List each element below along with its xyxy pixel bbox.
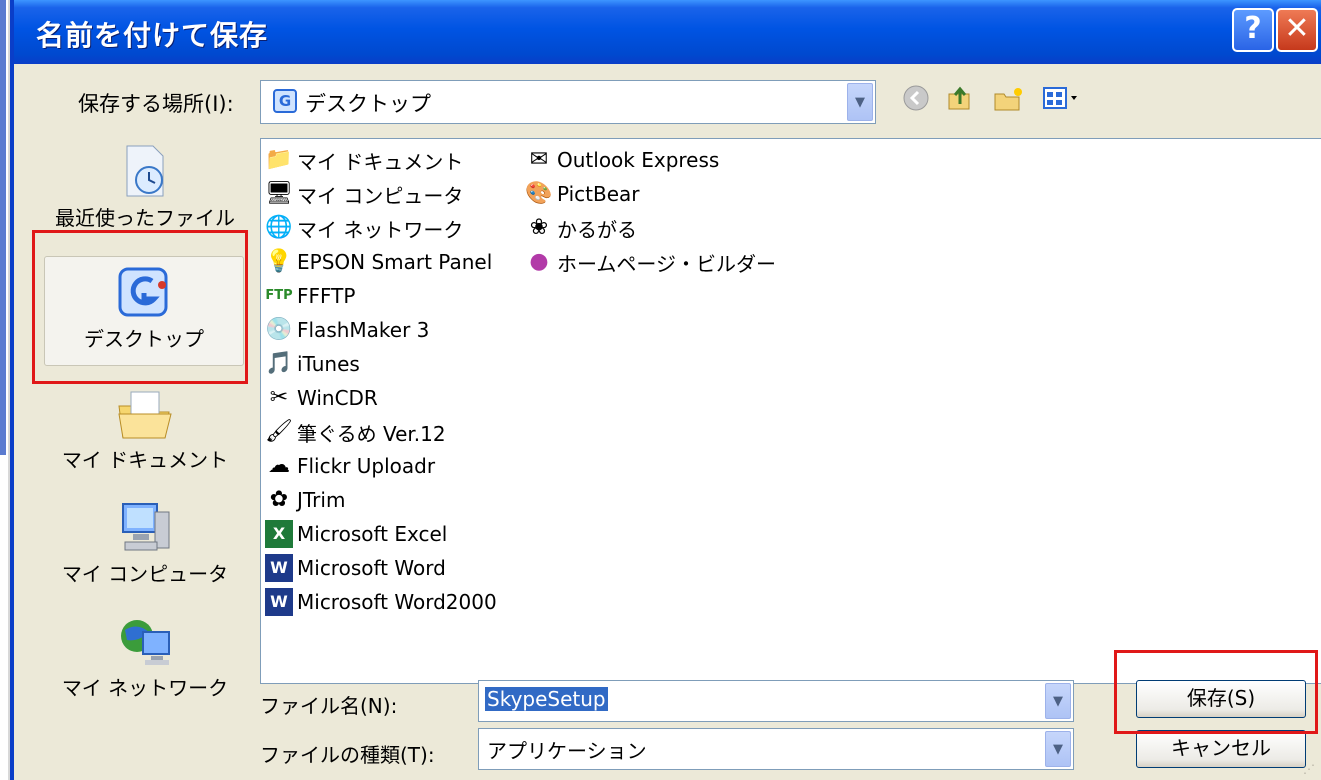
place-label: マイ ネットワーク: [61, 676, 229, 700]
desktop-icon: G: [273, 89, 297, 113]
file-name: WinCDR: [297, 386, 378, 410]
file-column-1: 📁 マイ ドキュメント 🖥 マイ コンピュータ 🌐 マイ ネットワーク 💡 EPSON …: [265, 143, 497, 619]
up-folder-icon[interactable]: [944, 84, 976, 116]
save-as-dialog: 名前を付けて保存 ? ✕ 保存する場所(I): G デスクトップ ▼ 最近使った…: [10, 0, 1321, 780]
fudegurume-icon: 🖌: [265, 419, 293, 444]
pictbear-icon: 🎨: [525, 181, 553, 206]
file-name: Flickr Uploadr: [297, 454, 436, 478]
filename-input[interactable]: SkypeSetup ▼: [478, 680, 1074, 722]
file-name: Microsoft Word: [297, 556, 446, 580]
file-name: 筆ぐるめ Ver.12: [297, 421, 446, 446]
cancel-button[interactable]: キャンセル: [1136, 730, 1306, 768]
file-name: かるがる: [557, 217, 637, 242]
file-name: Microsoft Word2000: [297, 590, 497, 614]
list-item[interactable]: 🖥 マイ コンピュータ: [265, 177, 497, 211]
filetype-label: ファイルの種類(T):: [260, 743, 435, 767]
karugaru-icon: ❀: [529, 215, 549, 240]
flickr-icon: ☁: [268, 453, 290, 478]
place-recent-files[interactable]: 最近使ったファイル: [36, 142, 254, 238]
list-item[interactable]: W Microsoft Word2000: [265, 585, 497, 619]
recent-files-icon: [115, 142, 175, 202]
file-name: FFFTP: [297, 284, 356, 308]
place-my-network[interactable]: マイ ネットワーク: [36, 612, 254, 712]
epson-icon: 💡: [265, 249, 293, 274]
filetype-select[interactable]: アプリケーション ▼: [478, 728, 1074, 770]
list-item[interactable]: ✿ JTrim: [265, 483, 497, 517]
title-bar[interactable]: 名前を付けて保存 ? ✕: [14, 0, 1321, 64]
computer-icon: 🖥: [265, 181, 293, 206]
word-icon: W: [265, 554, 293, 582]
filename-label: ファイル名(N):: [260, 694, 398, 718]
list-item[interactable]: FTP FFFTP: [265, 279, 497, 313]
file-name: EPSON Smart Panel: [297, 250, 493, 274]
filename-value: SkypeSetup: [485, 687, 608, 711]
highlight-frame-save: [1114, 650, 1318, 734]
file-name: マイ ネットワーク: [297, 217, 464, 242]
list-item[interactable]: ✂ WinCDR: [265, 381, 497, 415]
list-item[interactable]: ❀ かるがる: [525, 211, 776, 245]
file-name: Microsoft Excel: [297, 522, 448, 546]
my-computer-icon: [115, 498, 175, 558]
file-name: ホームページ・ビルダー: [557, 251, 776, 276]
new-folder-icon[interactable]: [990, 84, 1026, 116]
list-item[interactable]: 💿 FlashMaker 3: [265, 313, 497, 347]
outlook-icon: ✉: [529, 147, 549, 172]
close-button[interactable]: ✕: [1276, 8, 1318, 52]
file-name: JTrim: [297, 488, 346, 512]
file-list[interactable]: 📁 マイ ドキュメント 🖥 マイ コンピュータ 🌐 マイ ネットワーク 💡 EPSON …: [260, 138, 1321, 684]
dialog-title: 名前を付けて保存: [36, 19, 269, 52]
file-name: マイ ドキュメント: [297, 149, 464, 174]
network-icon: 🌐: [265, 215, 293, 240]
list-item[interactable]: ✉ Outlook Express: [525, 143, 776, 177]
ftp-icon: FTP: [265, 288, 293, 303]
back-icon[interactable]: [900, 84, 932, 116]
places-bar: 最近使ったファイル デスクトップ マイ ドキュメント マイ コンピュータ マイ …: [36, 138, 258, 728]
view-menu-icon[interactable]: [1040, 84, 1084, 116]
jtrim-icon: ✿: [269, 487, 289, 512]
place-my-computer[interactable]: マイ コンピュータ: [36, 498, 254, 598]
list-item[interactable]: 💡 EPSON Smart Panel: [265, 245, 497, 279]
excel-icon: X: [265, 520, 293, 548]
resize-grip-icon[interactable]: ⋰: [1303, 762, 1321, 780]
list-item[interactable]: 🎨 PictBear: [525, 177, 776, 211]
list-item[interactable]: 🌐 マイ ネットワーク: [265, 211, 497, 245]
file-name: PictBear: [557, 182, 640, 206]
filetype-value: アプリケーション: [487, 739, 647, 763]
flashmaker-icon: 💿: [265, 317, 293, 342]
help-button[interactable]: ?: [1232, 8, 1274, 52]
homepage-builder-icon: ●: [529, 249, 549, 274]
file-name: FlashMaker 3: [297, 318, 430, 342]
chevron-down-icon[interactable]: ▼: [1045, 731, 1071, 767]
list-item[interactable]: W Microsoft Word: [265, 551, 497, 585]
my-network-icon: [115, 612, 175, 672]
background-window-edge: [0, 0, 6, 455]
list-item[interactable]: 🖌 筆ぐるめ Ver.12: [265, 415, 497, 449]
documents-icon: 📁: [265, 147, 293, 172]
wincdr-icon: ✂: [269, 385, 289, 410]
list-item[interactable]: 🎵 iTunes: [265, 347, 497, 381]
list-item[interactable]: ● ホームページ・ビルダー: [525, 245, 776, 279]
highlight-frame-desktop: [32, 230, 248, 384]
chevron-down-icon[interactable]: ▼: [1045, 683, 1071, 719]
file-name: マイ コンピュータ: [297, 183, 464, 208]
save-in-label: 保存する場所(I):: [78, 92, 234, 116]
place-label: マイ ドキュメント: [61, 448, 229, 472]
my-documents-icon: [115, 384, 175, 444]
save-in-value: デスクトップ: [305, 92, 431, 116]
file-name: iTunes: [297, 352, 360, 376]
list-item[interactable]: 📁 マイ ドキュメント: [265, 143, 497, 177]
itunes-icon: 🎵: [265, 351, 293, 376]
word-icon: W: [265, 588, 293, 616]
place-my-documents[interactable]: マイ ドキュメント: [36, 384, 254, 484]
place-label: 最近使ったファイル: [55, 206, 235, 230]
file-column-2: ✉ Outlook Express 🎨 PictBear ❀ かるがる ● ホームページ…: [525, 143, 776, 279]
chevron-down-icon[interactable]: ▼: [847, 83, 873, 121]
list-item[interactable]: ☁ Flickr Uploadr: [265, 449, 497, 483]
place-label: マイ コンピュータ: [61, 562, 229, 586]
list-item[interactable]: X Microsoft Excel: [265, 517, 497, 551]
file-name: Outlook Express: [557, 148, 720, 172]
save-in-dropdown[interactable]: G デスクトップ ▼: [260, 80, 876, 124]
